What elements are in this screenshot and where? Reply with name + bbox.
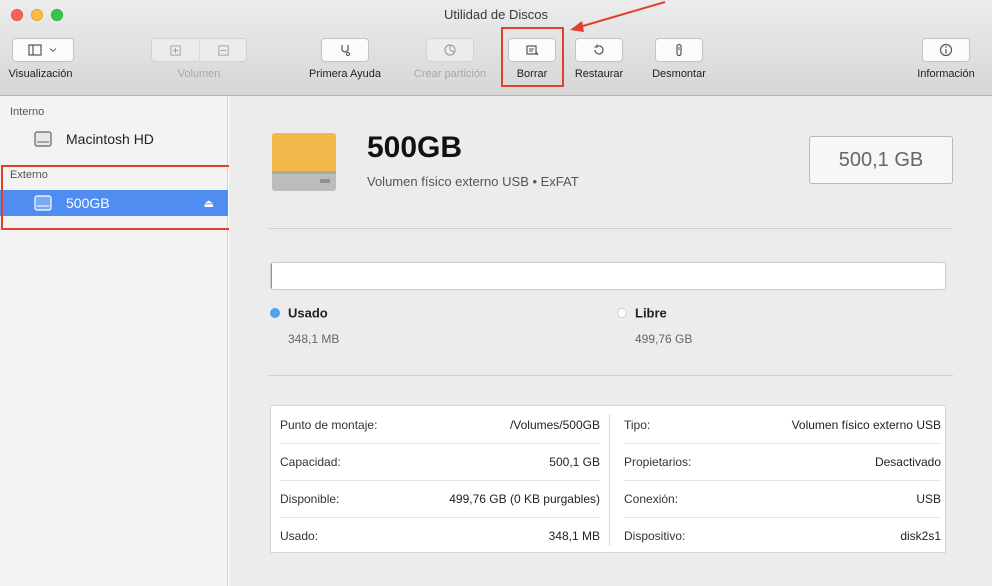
info-key: Dispositivo: xyxy=(624,529,686,543)
legend-free: Libre 499,76 GB xyxy=(617,304,692,346)
info-key: Propietarios: xyxy=(624,455,692,469)
volume-control[interactable]: Volumen xyxy=(151,38,247,80)
info-row-connection: Conexión: USB xyxy=(624,480,941,517)
sidebar-icon xyxy=(28,44,42,56)
unmount-icon xyxy=(676,43,682,57)
window-title: Utilidad de Discos xyxy=(443,7,549,22)
info-control[interactable]: Información xyxy=(910,38,982,80)
info-column-left: Punto de montaje: /Volumes/500GB Capacid… xyxy=(271,406,609,554)
volume-segmented[interactable] xyxy=(151,38,247,62)
sidebar-item-macintosh-hd[interactable]: Macintosh HD xyxy=(0,126,228,152)
view-label: Visualización xyxy=(8,68,73,80)
partition-button[interactable] xyxy=(426,38,474,62)
info-key: Disponible: xyxy=(280,492,340,506)
restore-button[interactable] xyxy=(575,38,623,62)
legend-used-name: Usado xyxy=(288,305,328,321)
chevron-down-icon xyxy=(49,48,57,53)
legend-free-name: Libre xyxy=(635,305,667,321)
info-key: Conexión: xyxy=(624,492,679,506)
info-key: Tipo: xyxy=(624,417,651,432)
info-row-device: Dispositivo: disk2s1 xyxy=(624,517,941,554)
info-value: 500,1 GB xyxy=(549,455,600,469)
info-key: Usado: xyxy=(280,529,319,543)
info-row-available: Disponible: 499,76 GB (0 KB purgables) xyxy=(280,480,600,517)
info-value: disk2s1 xyxy=(900,529,941,543)
info-value: Desactivado xyxy=(874,455,941,469)
volume-description: Volumen físico externo USB • ExFAT xyxy=(367,174,579,189)
add-volume-icon[interactable] xyxy=(152,39,199,61)
view-control[interactable]: Visualización xyxy=(8,38,74,80)
info-button[interactable] xyxy=(922,38,970,62)
info-key: Punto de montaje: xyxy=(280,417,378,432)
info-row-capacity: Capacidad: 500,1 GB xyxy=(280,443,600,480)
restore-icon xyxy=(594,44,604,55)
info-key: Capacidad: xyxy=(280,455,341,469)
external-drive-icon xyxy=(272,133,336,191)
usage-bar xyxy=(270,262,946,290)
volume-name: 500GB xyxy=(367,131,463,164)
restore-label: Restaurar xyxy=(574,68,624,80)
divider xyxy=(269,228,953,229)
restore-control[interactable]: Restaurar xyxy=(571,38,627,80)
info-value: USB xyxy=(916,492,941,506)
info-row-used: Usado: 348,1 MB xyxy=(280,517,600,554)
info-value: 499,76 GB (0 KB purgables) xyxy=(449,492,600,506)
partition-control[interactable]: Crear partición xyxy=(402,38,498,80)
used-dot xyxy=(270,307,280,318)
volume-detail-pane: 500GB Volumen físico externo USB • ExFAT… xyxy=(229,96,992,586)
external-highlight-box xyxy=(1,165,231,230)
divider xyxy=(269,375,953,376)
unmount-label: Desmontar xyxy=(652,68,706,80)
remove-volume-icon[interactable] xyxy=(199,39,246,61)
sidebar-section-internal: Interno xyxy=(10,106,45,118)
erase-highlight-box xyxy=(501,27,564,87)
info-value: 348,1 MB xyxy=(548,529,600,543)
sidebar-item-label: Macintosh HD xyxy=(66,131,154,147)
first-aid-control[interactable]: Primera Ayuda xyxy=(300,38,390,80)
window-toolbar: Utilidad de Discos Visualización Volumen… xyxy=(0,0,992,96)
capacity-box: 500,1 GB xyxy=(809,136,953,184)
volume-label: Volumen xyxy=(177,68,221,80)
info-row-owners: Propietarios: Desactivado xyxy=(624,443,941,480)
info-value: /Volumes/500GB xyxy=(509,417,600,432)
view-button[interactable] xyxy=(12,38,74,62)
partition-label: Crear partición xyxy=(413,68,487,80)
legend-used-value: 348,1 MB xyxy=(288,332,340,346)
info-value: Volumen físico externo USB xyxy=(791,417,941,432)
info-table: Punto de montaje: /Volumes/500GB Capacid… xyxy=(270,405,946,553)
legend-used: Usado 348,1 MB xyxy=(270,304,339,346)
stethoscope-icon xyxy=(341,45,350,56)
pie-partition-icon xyxy=(444,44,456,56)
internal-disk-icon xyxy=(34,131,52,147)
legend-free-value: 499,76 GB xyxy=(635,332,693,346)
info-row-type: Tipo: Volumen físico externo USB xyxy=(624,406,941,443)
info-row-mount-point: Punto de montaje: /Volumes/500GB xyxy=(280,406,600,443)
unmount-control[interactable]: Desmontar xyxy=(645,38,713,80)
info-label: Información xyxy=(917,68,975,80)
first-aid-button[interactable] xyxy=(321,38,369,62)
info-icon xyxy=(939,43,953,57)
first-aid-label: Primera Ayuda xyxy=(309,68,381,80)
info-column-right: Tipo: Volumen físico externo USB Propiet… xyxy=(610,406,947,554)
free-dot xyxy=(617,307,627,318)
unmount-button[interactable] xyxy=(655,38,703,62)
annotation-arrow xyxy=(570,1,666,32)
